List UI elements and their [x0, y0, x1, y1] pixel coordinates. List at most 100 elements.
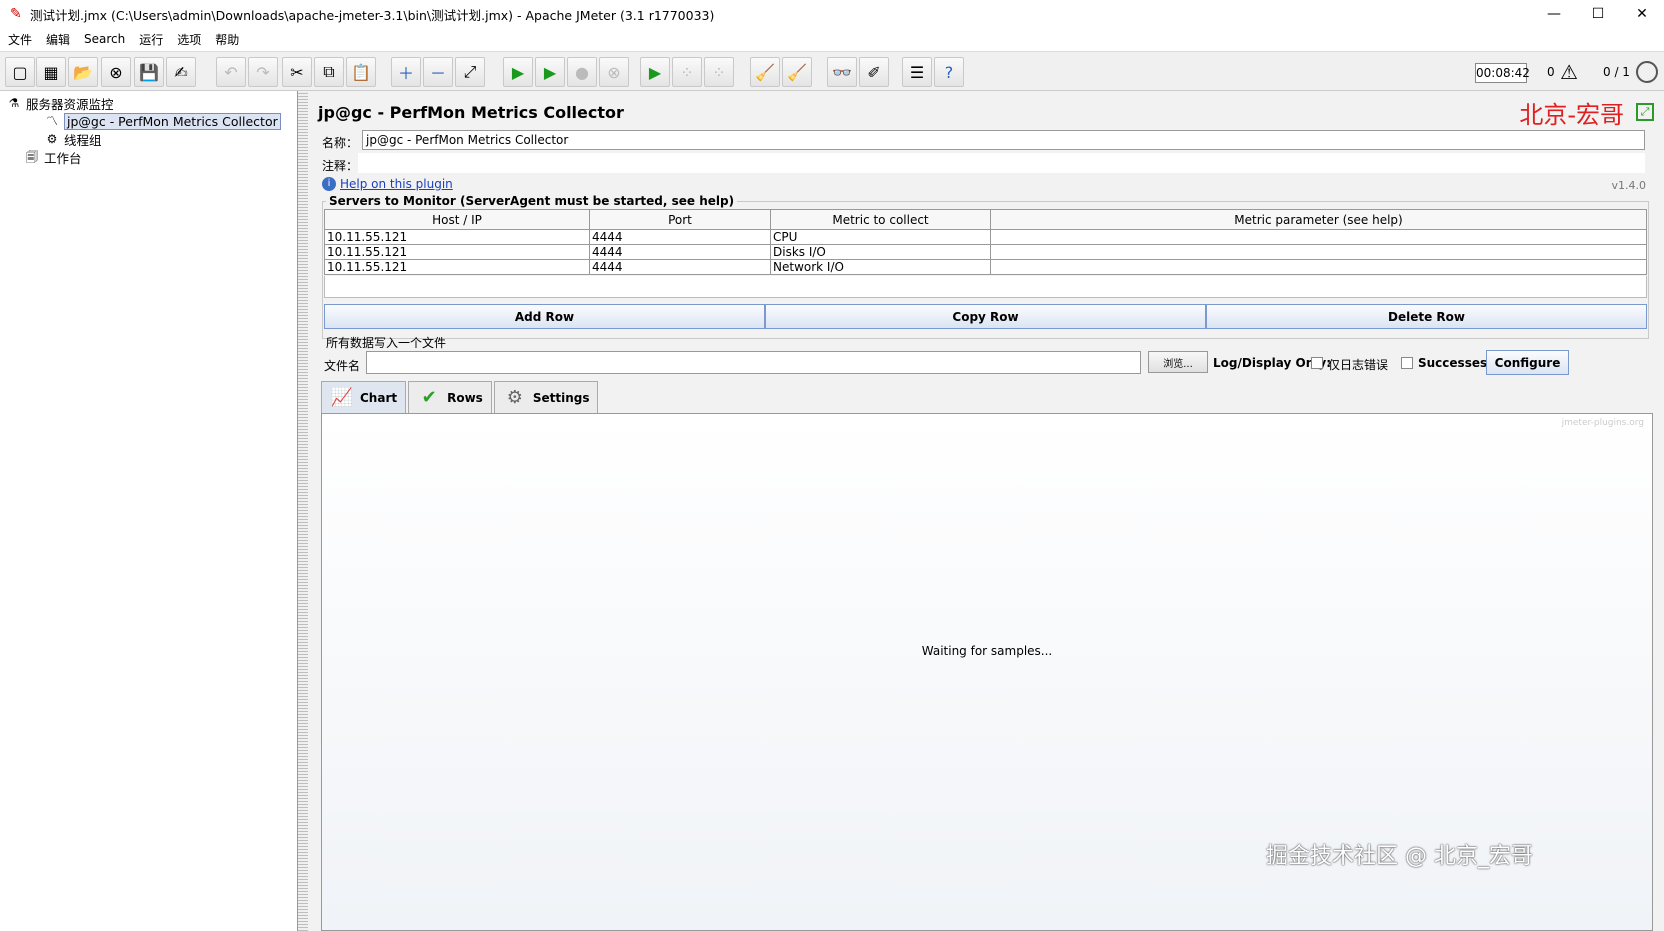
- minimize-button[interactable]: —: [1532, 0, 1576, 28]
- column-header[interactable]: Port: [589, 209, 771, 230]
- comment-field[interactable]: [358, 153, 1645, 173]
- comment-label: 注释：: [322, 159, 359, 173]
- remote-engines-icon[interactable]: [1636, 61, 1658, 83]
- close-button[interactable]: ✕: [1620, 0, 1664, 28]
- column-header[interactable]: Metric parameter (see help): [990, 209, 1647, 230]
- table-cell[interactable]: 10.11.55.121: [324, 244, 590, 260]
- servers-legend: Servers to Monitor (ServerAgent must be …: [326, 194, 738, 208]
- footer-watermark: 掘金技术社区 @ 北京_宏哥: [1266, 844, 1533, 869]
- errors-only-checkbox[interactable]: [1311, 357, 1323, 369]
- tree-node-perfmon[interactable]: 〽 jp@gc - PerfMon Metrics Collector: [44, 112, 281, 130]
- toolbar: ▢ ▦ 📂 ⊗ 💾 ✍ ↶ ↷ ✂ ⧉ 📋 ＋ － ⤢ ▶ ▶ ● ⊗ ▶ ⁘ …: [0, 51, 1664, 91]
- add-row-button[interactable]: Add Row: [324, 304, 765, 329]
- browse-button[interactable]: 浏览...: [1148, 351, 1208, 373]
- clear-all-icon[interactable]: 🧹: [782, 57, 812, 87]
- menu-help[interactable]: 帮助: [215, 31, 239, 48]
- table-cell[interactable]: Disks I/O: [770, 244, 991, 260]
- configure-button[interactable]: Configure: [1486, 350, 1569, 375]
- servers-table: Host / IP Port Metric to collect Metric …: [324, 209, 1647, 275]
- table-cell[interactable]: 4444: [589, 244, 771, 260]
- new-icon[interactable]: ▢: [5, 57, 35, 87]
- error-count: 0: [1547, 65, 1555, 79]
- name-field[interactable]: jp@gc - PerfMon Metrics Collector: [362, 130, 1645, 150]
- tree-node-thread-group[interactable]: ⚙ 线程组: [44, 130, 102, 148]
- title-bar: ✎ 测试计划.jmx (C:\Users\admin\Downloads\apa…: [0, 0, 1664, 28]
- open-icon[interactable]: 📂: [68, 57, 98, 87]
- menu-bar: 文件 编辑 Search 运行 选项 帮助: [0, 28, 1664, 50]
- tree-node-test-plan[interactable]: ⚗ 服务器资源监控: [6, 94, 114, 112]
- tree-node-label: 服务器资源监控: [26, 96, 114, 112]
- search-binoculars-icon[interactable]: 👓: [827, 57, 857, 87]
- chart-credit: jmeter-plugins.org: [1561, 418, 1644, 428]
- table-cell[interactable]: [990, 244, 1647, 260]
- tab-label: Rows: [447, 390, 483, 405]
- copy-row-button[interactable]: Copy Row: [765, 304, 1206, 329]
- save-icon[interactable]: 💾: [134, 57, 164, 87]
- info-icon: i: [322, 177, 336, 191]
- tab-chart[interactable]: 📈 Chart: [321, 381, 407, 413]
- remote-stop-icon[interactable]: ⁘: [672, 57, 702, 87]
- table-cell[interactable]: 4444: [589, 259, 771, 275]
- menu-search[interactable]: Search: [84, 32, 125, 46]
- window-title: 测试计划.jmx (C:\Users\admin\Downloads\apach…: [30, 7, 715, 23]
- cut-icon[interactable]: ✂: [282, 57, 312, 87]
- paste-icon[interactable]: 📋: [346, 57, 376, 87]
- toggle-icon[interactable]: ⤢: [455, 57, 485, 87]
- remote-start-icon[interactable]: ▶: [640, 57, 670, 87]
- warning-icon[interactable]: ⚠: [1560, 61, 1578, 83]
- reset-search-icon[interactable]: ✐: [859, 57, 889, 87]
- fullscreen-icon[interactable]: ⤢: [1636, 103, 1654, 121]
- errors-only-label: 仅日志错误: [1328, 358, 1389, 372]
- stop-icon[interactable]: ●: [567, 57, 597, 87]
- table-cell[interactable]: 10.11.55.121: [324, 229, 590, 245]
- table-empty-area[interactable]: [324, 276, 1647, 298]
- table-cell[interactable]: Network I/O: [770, 259, 991, 275]
- remote-shutdown-icon[interactable]: ⁘: [704, 57, 734, 87]
- table-cell[interactable]: CPU: [770, 229, 991, 245]
- copy-icon[interactable]: ⧉: [314, 57, 344, 87]
- shutdown-icon[interactable]: ⊗: [599, 57, 629, 87]
- help-link[interactable]: Help on this plugin: [340, 177, 453, 191]
- table-cell[interactable]: 10.11.55.121: [324, 259, 590, 275]
- help-link-row: i Help on this plugin: [322, 177, 453, 191]
- menu-file[interactable]: 文件: [8, 31, 32, 48]
- undo-icon[interactable]: ↶: [216, 57, 246, 87]
- file-legend: 所有数据写入一个文件: [326, 336, 447, 350]
- save-screenshot-icon[interactable]: ✍: [166, 57, 196, 87]
- tree-node-workbench[interactable]: 🗐 工作台: [24, 148, 82, 166]
- successes-checkbox[interactable]: [1401, 357, 1413, 369]
- start-no-pause-icon[interactable]: ▶: [535, 57, 565, 87]
- delete-row-button[interactable]: Delete Row: [1206, 304, 1647, 329]
- name-label: 名称：: [322, 136, 359, 150]
- waiting-message: Waiting for samples...: [921, 644, 1053, 658]
- start-icon[interactable]: ▶: [503, 57, 533, 87]
- test-plan-tree: ⚗ 服务器资源监控 〽 jp@gc - PerfMon Metrics Coll…: [0, 91, 298, 931]
- table-row[interactable]: 10.11.55.121 4444 Disks I/O: [324, 244, 1647, 260]
- table-cell[interactable]: 4444: [589, 229, 771, 245]
- column-header[interactable]: Metric to collect: [770, 209, 991, 230]
- help-icon[interactable]: ?: [934, 57, 964, 87]
- tab-settings[interactable]: ⚙ Settings: [493, 381, 599, 413]
- column-header[interactable]: Host / IP: [324, 209, 590, 230]
- templates-icon[interactable]: ▦: [36, 57, 66, 87]
- maximize-button[interactable]: ☐: [1576, 0, 1620, 28]
- filename-input[interactable]: [366, 351, 1141, 374]
- expand-icon[interactable]: ＋: [391, 57, 421, 87]
- table-cell[interactable]: [990, 229, 1647, 245]
- redo-icon[interactable]: ↷: [248, 57, 278, 87]
- pane-splitter[interactable]: [298, 91, 308, 931]
- tab-rows[interactable]: ✔ Rows: [408, 381, 492, 413]
- menu-run[interactable]: 运行: [139, 31, 163, 48]
- collapse-icon[interactable]: －: [423, 57, 453, 87]
- table-row[interactable]: 10.11.55.121 4444 CPU: [324, 229, 1647, 245]
- close-file-icon[interactable]: ⊗: [101, 57, 131, 87]
- menu-options[interactable]: 选项: [177, 31, 201, 48]
- tab-label: Settings: [532, 390, 590, 405]
- tab-label: Chart: [360, 390, 398, 405]
- menu-edit[interactable]: 编辑: [46, 31, 70, 48]
- function-helper-icon[interactable]: ☰: [902, 57, 932, 87]
- table-cell[interactable]: [990, 259, 1647, 275]
- clear-icon[interactable]: 🧹: [750, 57, 780, 87]
- chart-icon: 📈: [330, 386, 354, 408]
- table-row[interactable]: 10.11.55.121 4444 Network I/O: [324, 259, 1647, 275]
